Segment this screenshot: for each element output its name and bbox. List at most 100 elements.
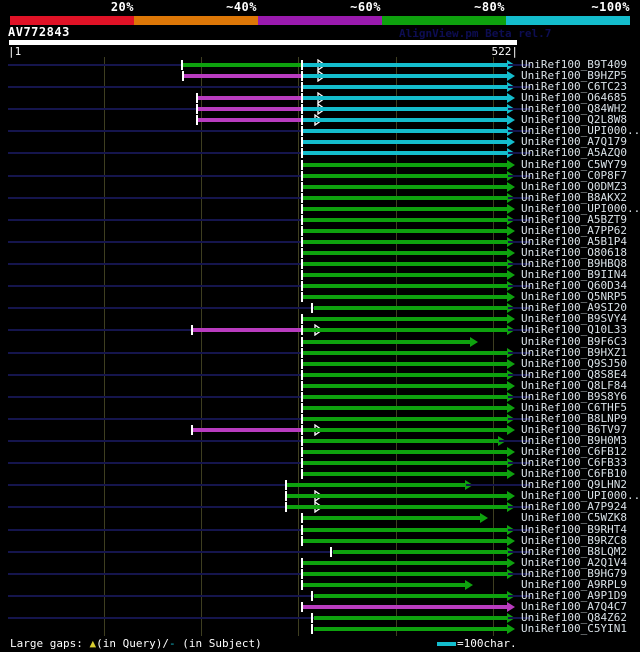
hit-bar-segment[interactable] [301, 394, 508, 399]
hit-bar-segment[interactable] [301, 85, 508, 90]
hit-label[interactable]: UniRef100_B8LQM2 [521, 546, 627, 557]
hit-bar-segment[interactable] [301, 74, 508, 79]
hit-bar-segment[interactable] [301, 151, 508, 156]
hit-label[interactable]: UniRef100_C5WY79 [521, 159, 627, 170]
segment-start-tick [310, 590, 313, 601]
hit-bar-segment[interactable] [196, 107, 302, 112]
hit-bar-segment[interactable] [196, 96, 302, 101]
hit-label[interactable]: UniRef100_B9RZC8 [521, 535, 627, 546]
hit-label[interactable]: UniRef100_B9F6C3 [521, 336, 627, 347]
hit-bar-segment[interactable] [301, 239, 508, 244]
hit-bar-segment[interactable] [301, 295, 508, 300]
hit-bar-segment[interactable] [301, 107, 508, 112]
hit-bar-segment[interactable] [301, 439, 500, 444]
hit-bar-segment[interactable] [301, 195, 508, 200]
hit-bar-segment[interactable] [313, 627, 508, 632]
hit-bar-segment[interactable] [301, 560, 508, 565]
hit-label[interactable]: UniRef100_A5AZQ0 [521, 147, 627, 158]
hit-bar-segment[interactable] [182, 63, 302, 67]
hit-label[interactable]: UniRef100_Q0DMZ3 [521, 181, 627, 192]
hit-bar-segment[interactable] [301, 96, 508, 101]
segment-start-tick [300, 358, 303, 369]
hit-bar-segment[interactable] [301, 538, 508, 543]
hit-bar-segment[interactable] [301, 339, 471, 344]
segment-start-tick [300, 281, 303, 292]
hit-bar-segment[interactable] [301, 361, 508, 366]
segment-start-tick [300, 192, 303, 203]
hit-bar-segment[interactable] [301, 63, 508, 67]
hit-bar-segment[interactable] [301, 173, 508, 178]
hit-bar-segment[interactable] [183, 74, 302, 79]
hit-bar-segment[interactable] [301, 328, 508, 333]
hit-bar-segment[interactable] [301, 217, 508, 222]
segment-start-tick [300, 93, 303, 104]
hit-bar-segment[interactable] [301, 527, 508, 532]
hit-bar-segment[interactable] [313, 616, 508, 620]
segment-start-tick [300, 126, 303, 137]
alignment-viewer-screen: 20% ~40% ~60% ~80% ~100% AV772843 AlignV… [0, 0, 640, 652]
hit-bar-segment[interactable] [301, 472, 508, 477]
hit-bar-segment[interactable] [301, 184, 508, 189]
segment-start-tick [190, 325, 193, 336]
segment-start-tick [300, 369, 303, 380]
hit-bar-segment[interactable] [313, 593, 508, 598]
hit-bar-segment[interactable] [301, 450, 508, 455]
segment-start-tick [300, 270, 303, 281]
hit-bar-segment[interactable] [301, 372, 508, 377]
segment-start-tick [300, 557, 303, 568]
hit-label[interactable]: UniRef100_Q9SJ50 [521, 358, 627, 369]
subject-gap-text: (in Subject) [175, 637, 262, 650]
hit-bar-segment[interactable] [301, 427, 508, 432]
end-arrow-icon [507, 557, 515, 568]
hit-bar-segment[interactable] [301, 604, 508, 609]
hit-bar-segment[interactable] [301, 228, 508, 233]
hit-bar-segment[interactable] [301, 461, 508, 466]
segment-start-tick [285, 480, 288, 491]
hit-bar-segment[interactable] [301, 273, 508, 278]
hit-bar-segment[interactable] [301, 118, 508, 123]
hit-label[interactable]: UniRef100_C5WZK8 [521, 512, 627, 523]
segment-start-tick [300, 391, 303, 402]
gaps-legend-label: Large gaps: [10, 637, 90, 650]
hit-bar-segment[interactable] [287, 505, 508, 510]
hit-label[interactable]: UniRef100_B9HXZ1 [521, 347, 627, 358]
hit-bar-segment[interactable] [287, 494, 508, 499]
segment-start-tick [310, 613, 313, 623]
hit-bar-segment[interactable] [196, 118, 302, 123]
hit-bar-segment[interactable] [301, 416, 508, 421]
hit-label[interactable]: UniRef100_B9RHT4 [521, 524, 627, 535]
hit-bar-segment[interactable] [313, 306, 508, 311]
segment-start-tick [300, 203, 303, 214]
hit-bar-segment[interactable] [301, 405, 508, 410]
segment-start-tick [300, 292, 303, 303]
hit-bar-segment[interactable] [301, 571, 508, 576]
ruler-swatch-icon [437, 642, 456, 646]
hit-label[interactable]: UniRef100_C5YIN1 [521, 623, 627, 634]
hit-label[interactable]: UniRef100_Q10L33 [521, 324, 627, 335]
hit-bar-segment[interactable] [301, 582, 467, 587]
hit-bar-segment[interactable] [191, 427, 302, 432]
hit-bar-segment[interactable] [301, 317, 508, 322]
hit-bar-segment[interactable] [287, 483, 467, 488]
segment-start-tick [181, 60, 184, 70]
hit-bar-segment[interactable] [301, 129, 508, 134]
hit-bar-segment[interactable] [301, 262, 508, 267]
hit-bar-segment[interactable] [301, 206, 508, 211]
hit-bar-segment[interactable] [301, 516, 481, 521]
hit-bar-segment[interactable] [333, 549, 508, 554]
segment-start-tick [300, 325, 303, 336]
hit-label[interactable]: UniRef100_C0P8F7 [521, 170, 627, 181]
end-arrow-icon [470, 336, 479, 347]
hit-bar-segment[interactable] [301, 350, 508, 355]
hit-bar-segment[interactable] [301, 284, 508, 289]
end-arrow-icon [507, 402, 515, 413]
hit-bar-segment[interactable] [301, 251, 508, 256]
end-arrow-icon [507, 292, 515, 303]
hit-bar-segment[interactable] [301, 162, 508, 167]
end-arrow-icon [507, 115, 515, 126]
gridline [298, 57, 300, 636]
hit-bar-segment[interactable] [301, 140, 508, 145]
hit-bar-segment[interactable] [301, 383, 508, 388]
hit-bar-segment[interactable] [191, 328, 302, 333]
segment-start-tick [300, 236, 303, 247]
